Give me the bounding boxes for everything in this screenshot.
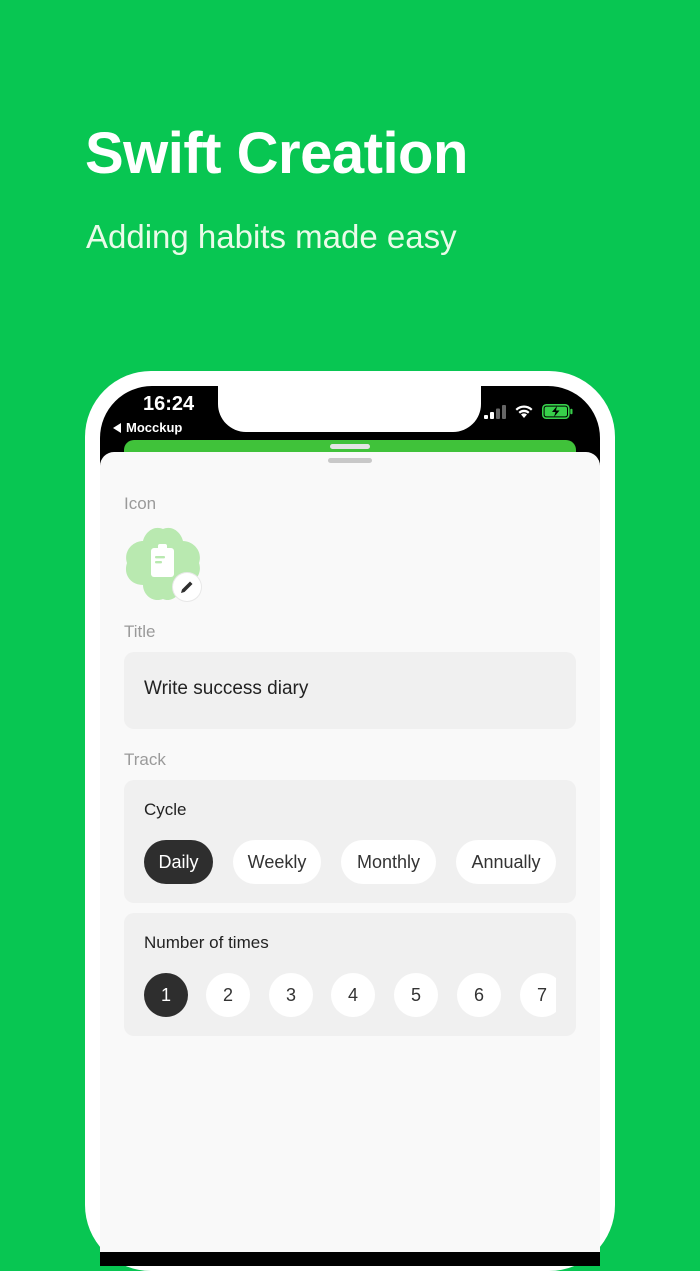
title-input[interactable] xyxy=(144,678,544,700)
promo-subheadline: Adding habits made easy xyxy=(86,218,457,255)
back-to-app-link[interactable]: Mocckup xyxy=(113,420,182,435)
pencil-icon xyxy=(181,581,193,593)
signal-icon xyxy=(484,404,506,419)
times-options-scroller[interactable]: 1 2 3 4 5 6 7 xyxy=(124,960,556,1030)
edit-icon-button[interactable] xyxy=(173,573,201,601)
times-option-3[interactable]: 3 xyxy=(269,973,313,1017)
wifi-icon xyxy=(515,405,533,418)
times-option-2[interactable]: 2 xyxy=(206,973,250,1017)
battery-charging-icon xyxy=(542,404,573,419)
title-section-label: Title xyxy=(124,622,156,641)
track-section-label: Track xyxy=(124,750,166,769)
times-option-5[interactable]: 5 xyxy=(394,973,438,1017)
phone-notch xyxy=(218,386,481,432)
status-time: 16:24 xyxy=(143,393,195,415)
times-option-4[interactable]: 4 xyxy=(331,973,375,1017)
sheet-grabber[interactable] xyxy=(328,458,372,463)
cycle-option-daily[interactable]: Daily xyxy=(144,840,213,884)
times-heading: Number of times xyxy=(144,933,269,952)
times-option-1[interactable]: 1 xyxy=(144,973,188,1017)
back-to-app-label: Mocckup xyxy=(126,420,183,435)
cycle-option-annually[interactable]: Annually xyxy=(456,840,556,884)
promo-headline: Swift Creation xyxy=(85,121,468,186)
icon-section-label: Icon xyxy=(124,494,157,513)
cycle-option-monthly[interactable]: Monthly xyxy=(341,840,436,884)
back-triangle-icon xyxy=(113,422,121,433)
times-option-6[interactable]: 6 xyxy=(457,973,501,1017)
times-option-7[interactable]: 7 xyxy=(520,973,556,1017)
status-indicators xyxy=(484,404,574,419)
cycle-heading: Cycle xyxy=(144,800,187,819)
cycle-option-weekly[interactable]: Weekly xyxy=(233,840,321,884)
background-sheet-grabber xyxy=(330,444,370,449)
